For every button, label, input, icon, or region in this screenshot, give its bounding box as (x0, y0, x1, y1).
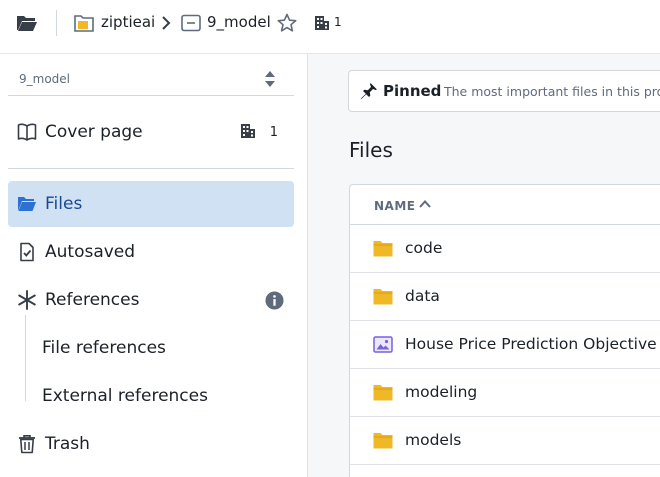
breadcrumb-current[interactable]: 9_model (207, 12, 271, 32)
pin-icon (361, 83, 377, 99)
row-name: code (405, 239, 443, 257)
row-name: House Price Prediction Objective (405, 335, 657, 353)
table-row[interactable]: models (350, 417, 660, 465)
organization-badge[interactable]: 1 (313, 13, 345, 33)
row-name: modeling (405, 383, 478, 401)
main-content: Pinned The most important files in this … (308, 54, 660, 477)
caret-up-down-icon (265, 71, 275, 87)
breadcrumb-project[interactable]: ziptieai (101, 12, 155, 32)
section-title: Files (349, 138, 393, 162)
sort-ascending-icon[interactable] (418, 198, 432, 210)
info-icon[interactable] (265, 291, 284, 310)
table-header: NAME (350, 185, 660, 225)
sidebar-item-label: References (45, 290, 140, 310)
trash-icon (19, 435, 35, 454)
folder-icon (373, 433, 393, 449)
table-row[interactable]: code (350, 225, 660, 273)
compass-project-icon (181, 14, 201, 32)
sidebar-item-references[interactable]: References (8, 277, 294, 323)
folder-icon (373, 289, 393, 305)
sidebar-item-label: Trash (45, 434, 90, 454)
book-icon (17, 123, 37, 141)
files-table: NAME code data House Price Prediction Ob… (349, 184, 660, 477)
sidebar-item-label: Autosaved (45, 242, 136, 262)
sidebar-item-cover-page[interactable]: Cover page 1 (8, 109, 294, 155)
sidebar-item-autosaved[interactable]: Autosaved (8, 229, 294, 275)
sidebar-item-trash[interactable]: Trash (8, 421, 294, 467)
office-building-icon (240, 124, 255, 138)
folder-icon (373, 385, 393, 401)
star-icon (277, 13, 297, 32)
table-row[interactable]: data (350, 273, 660, 321)
project-selector[interactable]: 9_model (8, 60, 294, 96)
asterisk-icon (18, 290, 36, 310)
sidebar-item-label: Cover page (45, 122, 143, 142)
pinned-title: Pinned (383, 82, 442, 100)
sidebar-item-label: Files (45, 194, 83, 214)
row-name: data (405, 287, 440, 305)
sidebar-item-label: External references (42, 386, 208, 406)
pinned-banner[interactable]: Pinned The most important files in this … (348, 70, 660, 112)
folder-open-icon (18, 197, 36, 211)
cover-page-badge: 1 (240, 121, 278, 140)
sidebar-item-external-references[interactable]: External references (25, 373, 295, 419)
toolbar-separator (56, 10, 57, 36)
sidebar-divider (8, 168, 294, 169)
folder-open-icon (17, 16, 37, 31)
favorite-button[interactable] (275, 11, 299, 35)
column-header-name[interactable]: NAME (374, 199, 415, 213)
sidebar: 9_model Cover page 1 Files Autosaved Ref… (0, 54, 307, 477)
table-row[interactable]: House Price Prediction Objective (350, 321, 660, 369)
sidebar-item-file-references[interactable]: File references (25, 325, 295, 371)
sidebar-item-label: File references (42, 338, 166, 358)
document-check-icon (20, 242, 34, 262)
top-bar: ziptieai 9_model 1 (0, 0, 660, 46)
chevron-right-icon (162, 16, 171, 30)
project-folder-icon (74, 15, 94, 32)
sidebar-divider (8, 95, 294, 96)
folder-menu-button[interactable] (14, 12, 40, 34)
pinned-description: The most important files in this proje (444, 84, 660, 99)
cover-page-count: 1 (269, 125, 278, 140)
office-building-icon (315, 16, 329, 30)
table-row[interactable]: modeling (350, 369, 660, 417)
image-file-icon (373, 336, 393, 353)
breadcrumb-project-icon[interactable] (73, 12, 95, 34)
sidebar-item-files[interactable]: Files (8, 181, 294, 227)
organization-count: 1 (334, 15, 342, 29)
row-name: models (405, 431, 462, 449)
project-name: 9_model (19, 72, 70, 86)
folder-icon (373, 241, 393, 257)
